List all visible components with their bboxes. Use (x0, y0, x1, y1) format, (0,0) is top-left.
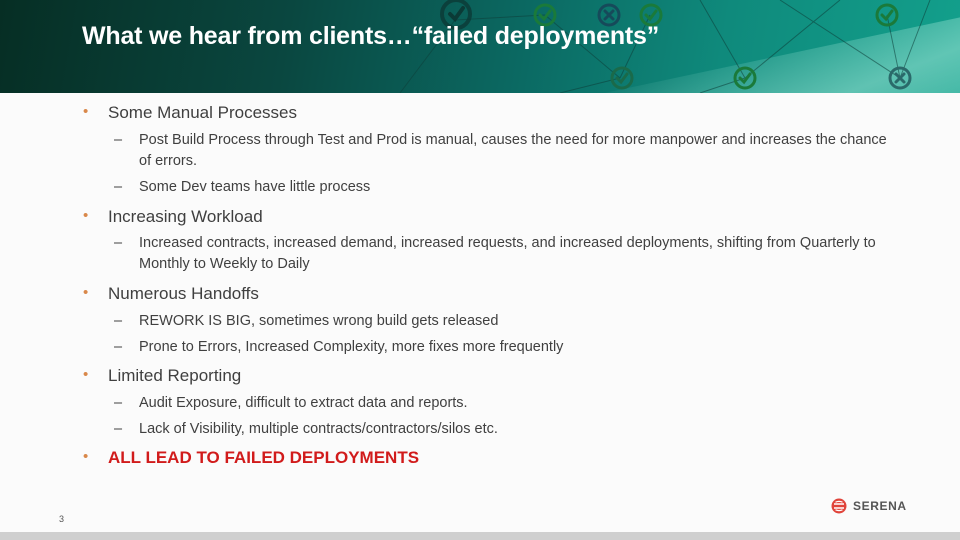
bullet-item: • Numerous Handoffs (83, 284, 259, 304)
sub-bullet-item: – Some Dev teams have little process (114, 177, 899, 198)
dash-icon: – (114, 339, 123, 355)
dash-icon: – (114, 395, 123, 411)
bullet-item: • Increasing Workload (83, 207, 263, 227)
slide-title: What we hear from clients…“failed deploy… (82, 22, 660, 50)
bullet-dot-icon: • (83, 448, 89, 465)
sub-bullet-item: – Post Build Process through Test and Pr… (114, 130, 899, 172)
serena-logo: SERENA (831, 498, 907, 514)
network-line (699, 0, 746, 79)
bullet-dot-icon: • (83, 366, 89, 383)
sub-bullet-item: – Lack of Visibility, multiple contracts… (114, 419, 899, 440)
sub-bullet-text: Lack of Visibility, multiple contracts/c… (139, 421, 498, 437)
sub-bullet-item: – REWORK IS BIG, sometimes wrong build g… (114, 311, 899, 332)
slide-header: What we hear from clients…“failed deploy… (0, 0, 960, 93)
sub-bullet-text: Post Build Process through Test and Prod… (139, 132, 887, 169)
sub-bullet-text: Audit Exposure, difficult to extract dat… (139, 395, 468, 411)
dash-icon: – (114, 132, 123, 148)
sub-bullet-item: – Audit Exposure, difficult to extract d… (114, 393, 899, 414)
network-line (744, 0, 841, 79)
dash-icon: – (114, 313, 123, 329)
bullet-text: Some Manual Processes (108, 103, 297, 122)
bullet-text: Limited Reporting (108, 366, 242, 385)
network-line (899, 0, 931, 79)
page-number: 3 (59, 514, 65, 524)
bullet-text: Numerous Handoffs (108, 284, 259, 303)
sub-bullet-item: – Increased contracts, increased demand,… (114, 233, 899, 275)
dash-icon: – (114, 421, 123, 437)
bullet-dot-icon: • (83, 103, 89, 120)
emphasis-text: ALL LEAD TO FAILED DEPLOYMENTS (108, 448, 420, 467)
bullet-item: • Limited Reporting (83, 366, 242, 386)
bullet-dot-icon: • (83, 284, 89, 301)
x-icon (888, 66, 912, 90)
bullet-text: Increasing Workload (108, 207, 263, 226)
footer-bar (0, 532, 960, 540)
network-line (779, 0, 901, 79)
bullet-dot-icon: • (83, 207, 89, 224)
serena-logo-text: SERENA (853, 499, 907, 513)
sub-bullet-text: REWORK IS BIG, sometimes wrong build get… (139, 313, 499, 329)
sub-bullet-item: – Prone to Errors, Increased Complexity,… (114, 337, 899, 358)
sub-bullet-text: Increased contracts, increased demand, i… (139, 235, 876, 272)
bullet-item: • Some Manual Processes (83, 103, 297, 123)
sub-bullet-text: Prone to Errors, Increased Complexity, m… (139, 339, 564, 355)
check-icon (610, 66, 634, 90)
serena-logo-icon (831, 498, 847, 514)
dash-icon: – (114, 179, 123, 195)
dash-icon: – (114, 235, 123, 251)
sub-bullet-text: Some Dev teams have little process (139, 179, 371, 195)
bullet-item-emphasis: • ALL LEAD TO FAILED DEPLOYMENTS (83, 448, 420, 468)
